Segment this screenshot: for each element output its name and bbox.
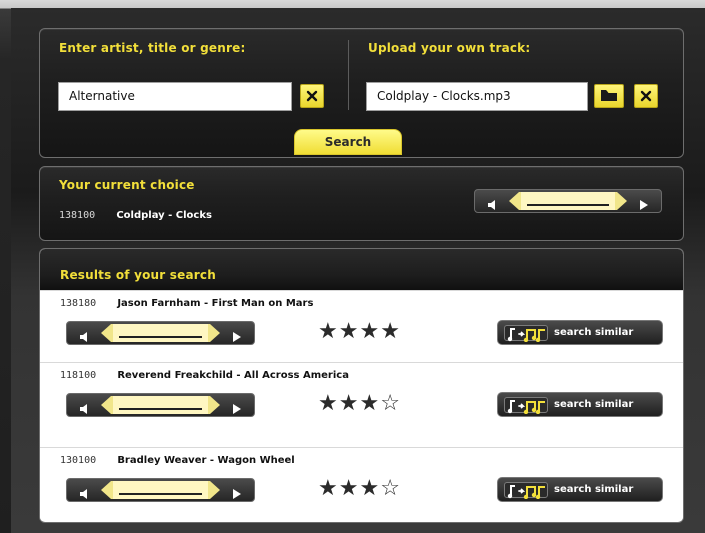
progress-left-cap [101,324,111,342]
result-row: 138180 Jason Farnham - First Man on Mars [40,290,683,364]
star-outline-icon: ☆ [380,476,401,501]
progress-line [527,204,609,206]
result-id: 118100 [60,370,97,381]
close-x-icon [640,87,652,106]
result-meta: 118100 Reverend Freakchild - All Across … [60,370,349,381]
progress-line [119,336,202,338]
browse-upload-button[interactable] [594,84,624,108]
star-icon: ★ [359,319,381,344]
play-icon[interactable] [232,485,242,499]
progress-window [111,396,210,414]
clear-upload-button[interactable] [634,84,658,108]
current-choice-title: Coldplay - Clocks [116,210,212,221]
speaker-icon[interactable] [487,196,499,210]
progress-window [519,192,617,210]
search-input[interactable]: Alternative [58,82,292,111]
rating-stars: ★★★★ [318,321,401,343]
current-choice-row: 138100 Coldplay - Clocks [59,210,212,221]
star-icon: ★ [338,391,360,416]
music-notes-icon [504,325,548,343]
progress-line [119,408,202,410]
search-similar-label: search similar [554,399,634,410]
rating-stars: ★★★☆ [318,478,401,500]
search-similar-label: search similar [554,484,634,495]
result-meta: 130100 Bradley Weaver - Wagon Wheel [60,455,295,466]
rating-stars: ★★★☆ [318,393,401,415]
folder-icon [600,87,618,106]
result-player[interactable] [66,321,255,345]
result-player[interactable] [66,393,255,417]
upload-heading: Upload your own track: [368,41,531,55]
speaker-icon[interactable] [79,400,91,414]
progress-left-cap [509,192,519,210]
search-heading: Enter artist, title or genre: [59,41,246,55]
progress-left-cap [101,396,111,414]
star-icon: ★ [318,391,339,416]
player-progress-track[interactable] [101,481,220,499]
star-icon: ★ [338,476,360,501]
result-title: Bradley Weaver - Wagon Wheel [117,455,295,466]
progress-right-cap [210,396,220,414]
result-row: 118100 Reverend Freakchild - All Across … [40,362,683,436]
play-icon[interactable] [639,196,649,210]
result-title: Jason Farnham - First Man on Mars [117,298,314,309]
results-header: Results of your search [40,249,683,290]
results-panel: Results of your search 138180 Jason Farn… [39,248,684,523]
progress-right-cap [617,192,627,210]
current-choice-player[interactable] [474,189,662,213]
clear-search-button[interactable] [300,84,324,108]
progress-window [111,324,210,342]
music-notes-icon [504,397,548,415]
search-similar-button[interactable]: search similar [497,320,663,345]
upload-input[interactable]: Coldplay - Clocks.mp3 [366,82,588,111]
player-progress-track[interactable] [509,192,627,210]
current-choice-heading: Your current choice [59,178,195,192]
play-icon[interactable] [232,400,242,414]
result-id: 130100 [60,455,97,466]
search-similar-button[interactable]: search similar [497,392,663,417]
star-icon: ★ [359,391,381,416]
speaker-icon[interactable] [79,328,91,342]
star-icon: ★ [338,319,360,344]
current-choice-id: 138100 [59,210,96,221]
progress-left-cap [101,481,111,499]
music-notes-icon [504,482,548,500]
progress-right-cap [210,481,220,499]
star-outline-icon: ☆ [380,391,401,416]
star-icon: ★ [318,319,339,344]
search-similar-button[interactable]: search similar [497,477,663,502]
play-icon[interactable] [232,328,242,342]
search-similar-label: search similar [554,327,634,338]
result-id: 138180 [60,298,97,309]
star-icon: ★ [380,319,401,344]
result-meta: 138180 Jason Farnham - First Man on Mars [60,298,313,309]
player-progress-track[interactable] [101,324,220,342]
speaker-icon[interactable] [79,485,91,499]
star-icon: ★ [318,476,339,501]
progress-right-cap [210,324,220,342]
progress-line [119,493,202,495]
player-progress-track[interactable] [101,396,220,414]
results-heading: Results of your search [60,268,216,282]
progress-window [111,481,210,499]
result-row: 130100 Bradley Weaver - Wagon Wheel ★★★☆… [40,447,683,521]
search-button[interactable]: Search [294,129,402,155]
result-title: Reverend Freakchild - All Across America [117,370,349,381]
result-player[interactable] [66,478,255,502]
panel-divider [348,40,349,110]
star-icon: ★ [359,476,381,501]
close-x-icon [306,87,318,106]
